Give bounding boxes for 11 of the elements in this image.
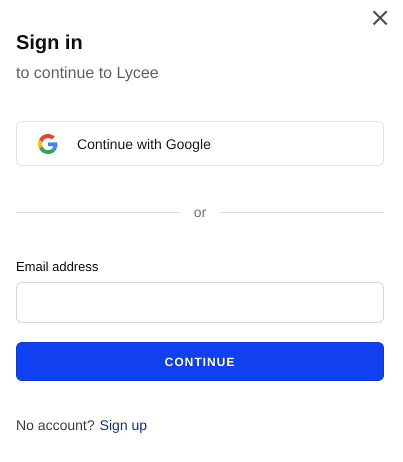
continue-button[interactable]: CONTINUE <box>16 342 384 381</box>
field-label: Email address <box>16 258 100 276</box>
email-field[interactable] <box>16 282 384 323</box>
dialog-subtitle: to continue to Lycee <box>16 64 160 84</box>
footer-text: No account? <box>16 417 95 433</box>
dialog-title: Sign in <box>16 31 84 56</box>
sign-up-link[interactable]: Sign up <box>100 417 148 433</box>
google-icon <box>38 134 58 154</box>
google-sign-in-button[interactable]: Continue with Google <box>16 121 384 166</box>
divider-text: or <box>194 204 206 220</box>
close-button[interactable]: × <box>365 4 395 32</box>
